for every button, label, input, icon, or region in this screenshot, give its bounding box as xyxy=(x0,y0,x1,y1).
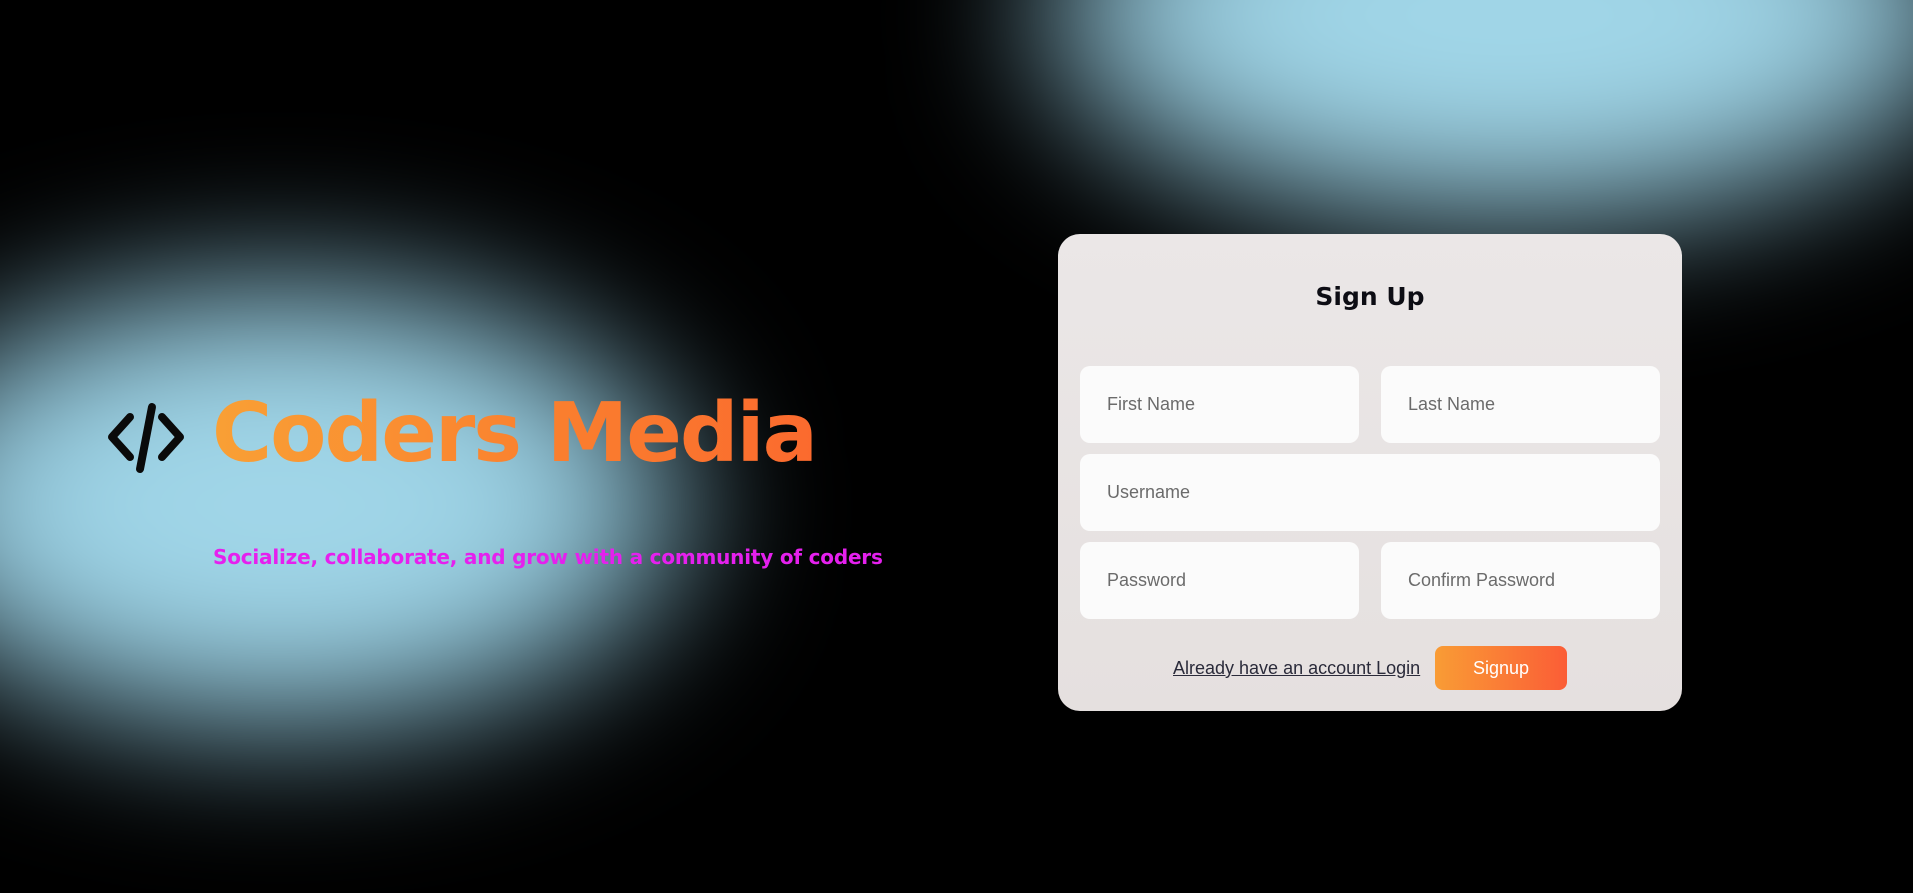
login-link[interactable]: Already have an account Login xyxy=(1173,658,1420,679)
brand-title: Coders Media xyxy=(212,386,818,481)
confirm-password-input[interactable] xyxy=(1381,542,1660,619)
code-brackets-icon xyxy=(108,403,184,473)
signup-card: Sign Up Already have an account Login Si… xyxy=(1058,234,1682,711)
brand-tagline: Socialize, collaborate, and grow with a … xyxy=(213,545,883,569)
background-glow-left xyxy=(0,270,700,740)
brand-header: Coders Media xyxy=(108,386,818,481)
signup-button[interactable]: Signup xyxy=(1435,646,1567,690)
background-glow-right xyxy=(1030,0,1913,230)
signup-title: Sign Up xyxy=(1315,282,1425,311)
signup-page: Coders Media Socialize, collaborate, and… xyxy=(0,0,1913,893)
last-name-input[interactable] xyxy=(1381,366,1660,443)
username-input[interactable] xyxy=(1080,454,1660,531)
password-input[interactable] xyxy=(1080,542,1359,619)
first-name-input[interactable] xyxy=(1080,366,1359,443)
